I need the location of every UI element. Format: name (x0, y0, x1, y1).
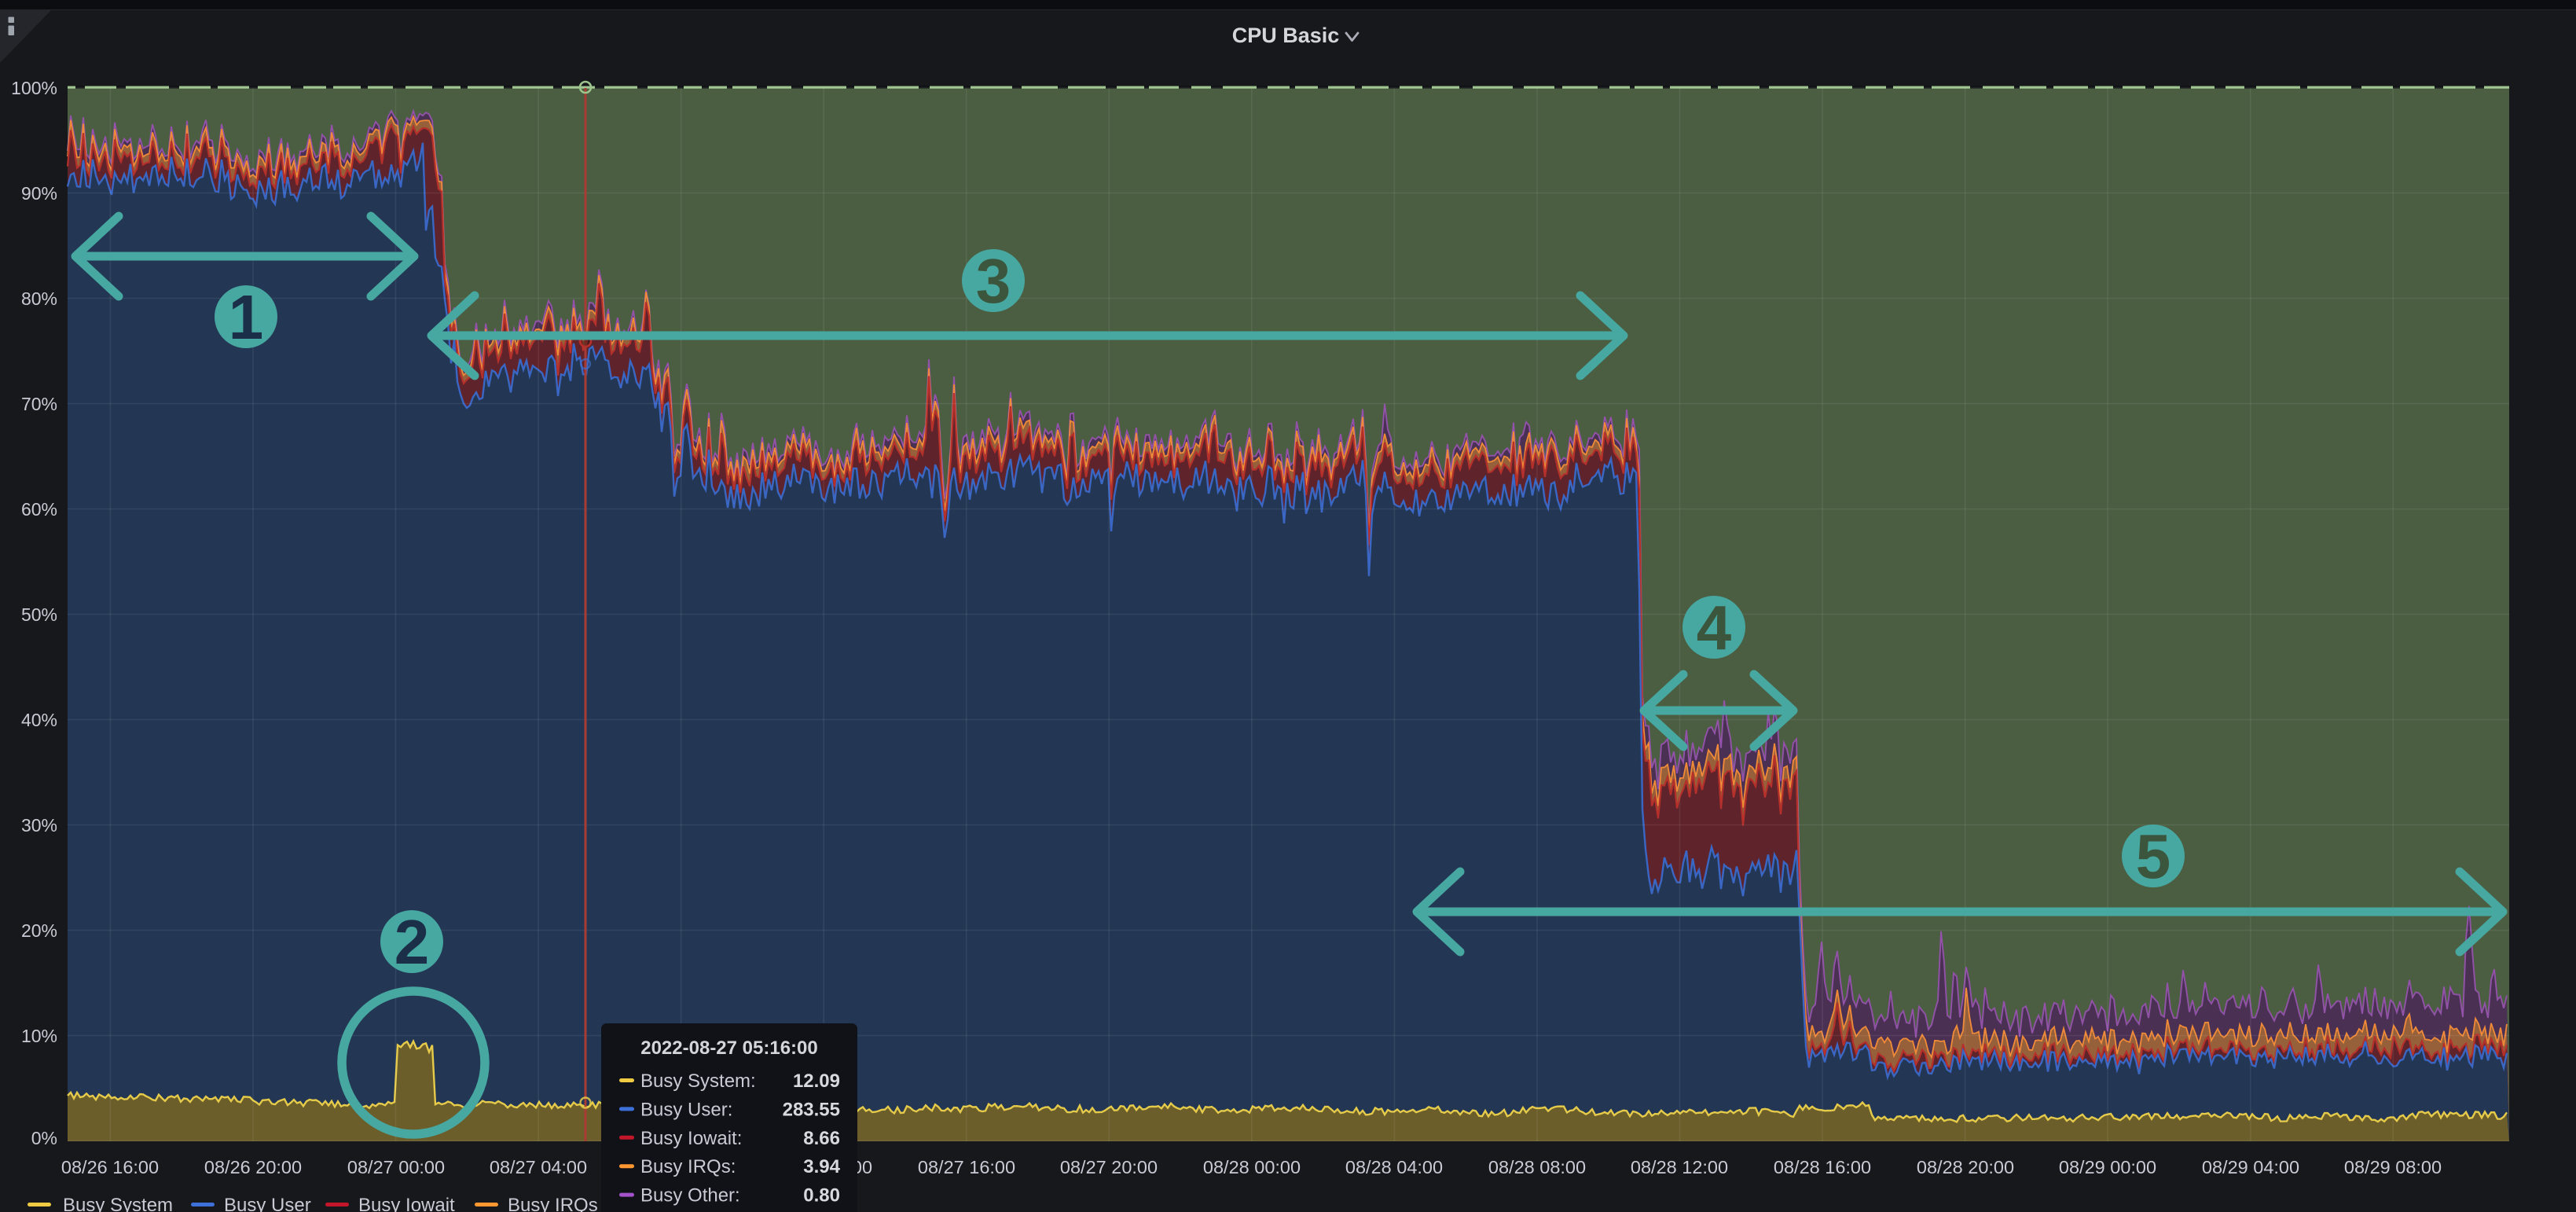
svg-text:08/29 08:00: 08/29 08:00 (2344, 1157, 2442, 1177)
svg-text:0%: 0% (31, 1128, 57, 1148)
svg-text:08/26 16:00: 08/26 16:00 (61, 1157, 159, 1177)
svg-text:3: 3 (976, 246, 1011, 316)
svg-text:8.66: 8.66 (803, 1128, 840, 1149)
svg-text:08/28 20:00: 08/28 20:00 (1917, 1157, 2014, 1177)
svg-text:08/28 00:00: 08/28 00:00 (1203, 1157, 1301, 1177)
svg-text:0.80: 0.80 (803, 1185, 840, 1206)
svg-text:90%: 90% (21, 183, 57, 204)
svg-text:08/27 00:00: 08/27 00:00 (347, 1157, 445, 1177)
svg-text:30%: 30% (21, 815, 57, 836)
svg-text:Busy User: Busy User (224, 1195, 311, 1212)
svg-text:3.94: 3.94 (803, 1156, 840, 1177)
svg-text:Busy IRQs:: Busy IRQs: (640, 1156, 736, 1177)
svg-text:50%: 50% (21, 604, 57, 625)
svg-text:283.55: 283.55 (783, 1099, 840, 1120)
svg-text:Busy IRQs: Busy IRQs (508, 1195, 598, 1212)
svg-text:08/29 04:00: 08/29 04:00 (2202, 1157, 2299, 1177)
svg-text:08/29 00:00: 08/29 00:00 (2059, 1157, 2156, 1177)
svg-text:2022-08-27 05:16:00: 2022-08-27 05:16:00 (640, 1038, 818, 1059)
svg-text:4: 4 (1697, 593, 1732, 663)
svg-text:20%: 20% (21, 920, 57, 941)
svg-text:2: 2 (394, 907, 430, 977)
svg-text:80%: 80% (21, 288, 57, 309)
svg-text:Busy Iowait: Busy Iowait (358, 1195, 455, 1212)
svg-text:08/28 12:00: 08/28 12:00 (1631, 1157, 1728, 1177)
svg-text:08/27 16:00: 08/27 16:00 (918, 1157, 1015, 1177)
svg-text:Busy Other:: Busy Other: (640, 1185, 740, 1206)
svg-text:12.09: 12.09 (793, 1071, 840, 1092)
svg-text:5: 5 (2136, 821, 2171, 891)
svg-text:Busy System:: Busy System: (640, 1071, 756, 1092)
svg-text:10%: 10% (21, 1026, 57, 1046)
svg-text:08/27 20:00: 08/27 20:00 (1060, 1157, 1158, 1177)
svg-text:08/26 20:00: 08/26 20:00 (204, 1157, 302, 1177)
svg-text:70%: 70% (21, 394, 57, 414)
svg-text:08/28 04:00: 08/28 04:00 (1345, 1157, 1443, 1177)
svg-text:100%: 100% (11, 78, 57, 98)
svg-text:Busy Iowait:: Busy Iowait: (640, 1128, 742, 1149)
svg-text:1: 1 (229, 282, 264, 352)
svg-text:Busy User:: Busy User: (640, 1099, 732, 1120)
svg-text:60%: 60% (21, 499, 57, 520)
svg-text:08/28 16:00: 08/28 16:00 (1774, 1157, 1871, 1177)
svg-text:08/28 08:00: 08/28 08:00 (1488, 1157, 1586, 1177)
svg-text:CPU Basic: CPU Basic (1232, 24, 1340, 47)
svg-text:40%: 40% (21, 710, 57, 730)
svg-text:08/27 04:00: 08/27 04:00 (490, 1157, 587, 1177)
svg-text:Busy System: Busy System (63, 1195, 173, 1212)
